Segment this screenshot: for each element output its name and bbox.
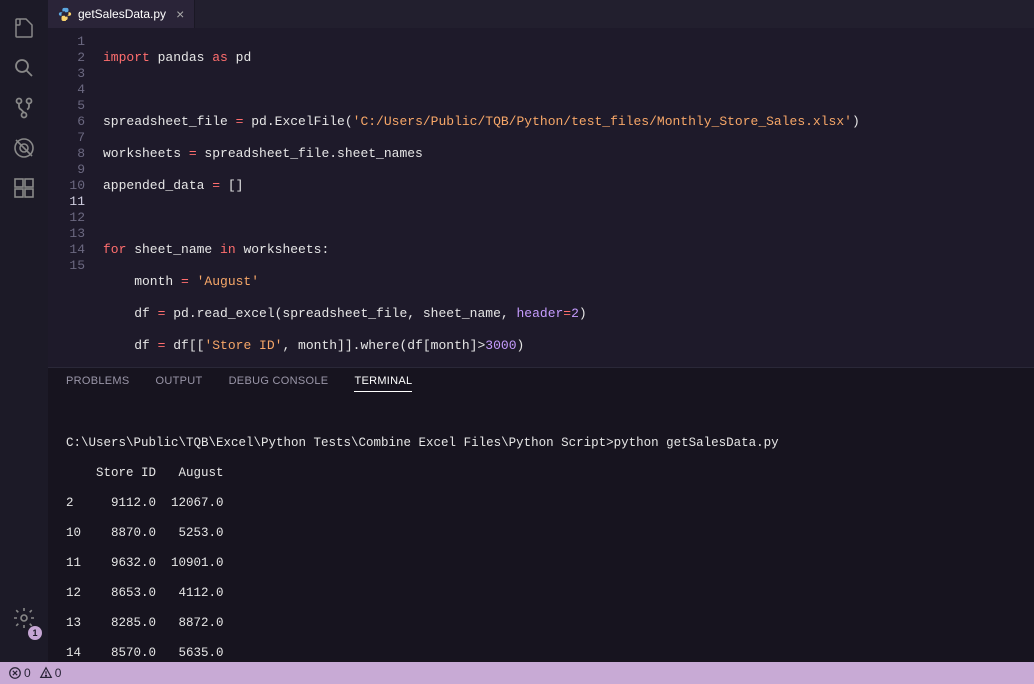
file-tab[interactable]: getSalesData.py × [48,0,195,28]
terminal-line: 10 8870.0 5253.0 [66,526,1016,541]
terminal-line [66,421,1016,436]
close-icon[interactable]: × [176,6,184,22]
tab-terminal[interactable]: TERMINAL [354,375,412,392]
terminal-line: 13 8285.0 8872.0 [66,616,1016,631]
status-bar: 0 0 [0,662,1034,684]
panel-tab-bar: PROBLEMS OUTPUT DEBUG CONSOLE TERMINAL [48,368,1034,398]
terminal-line: 11 9632.0 10901.0 [66,556,1016,571]
explorer-icon[interactable] [0,8,48,48]
status-errors[interactable]: 0 [8,666,31,680]
code-editor[interactable]: 1 2 3 4 5 6 7 8 9 10 11 12 13 14 15 impo… [48,28,1034,367]
terminal-output[interactable]: C:\Users\Public\TQB\Excel\Python Tests\C… [48,398,1034,662]
line-number-gutter: 1 2 3 4 5 6 7 8 9 10 11 12 13 14 15 [48,34,103,367]
error-icon [8,666,22,680]
terminal-line: 2 9112.0 12067.0 [66,496,1016,511]
warning-icon [39,666,53,680]
source-control-icon[interactable] [0,88,48,128]
extensions-icon[interactable] [0,168,48,208]
tab-output[interactable]: OUTPUT [156,375,203,392]
terminal-line: Store ID August [66,466,1016,481]
status-warnings[interactable]: 0 [39,666,62,680]
terminal-line: 12 8653.0 4112.0 [66,586,1016,601]
python-file-icon [58,7,72,21]
tab-bar: getSalesData.py × [48,0,1034,28]
code-body[interactable]: import pandas as pd spreadsheet_file = p… [103,34,1034,367]
activity-bar: 1 [0,0,48,662]
tab-debug-console[interactable]: DEBUG CONSOLE [229,375,329,392]
terminal-line: 14 8570.0 5635.0 [66,646,1016,661]
editor-area: getSalesData.py × 1 2 3 4 5 6 7 8 9 10 1… [48,0,1034,662]
debug-icon[interactable] [0,128,48,168]
bottom-panel: PROBLEMS OUTPUT DEBUG CONSOLE TERMINAL C… [48,367,1034,662]
settings-badge: 1 [28,626,42,640]
tab-problems[interactable]: PROBLEMS [66,375,130,392]
terminal-line: C:\Users\Public\TQB\Excel\Python Tests\C… [66,436,1016,451]
search-icon[interactable] [0,48,48,88]
tab-filename: getSalesData.py [78,7,166,21]
